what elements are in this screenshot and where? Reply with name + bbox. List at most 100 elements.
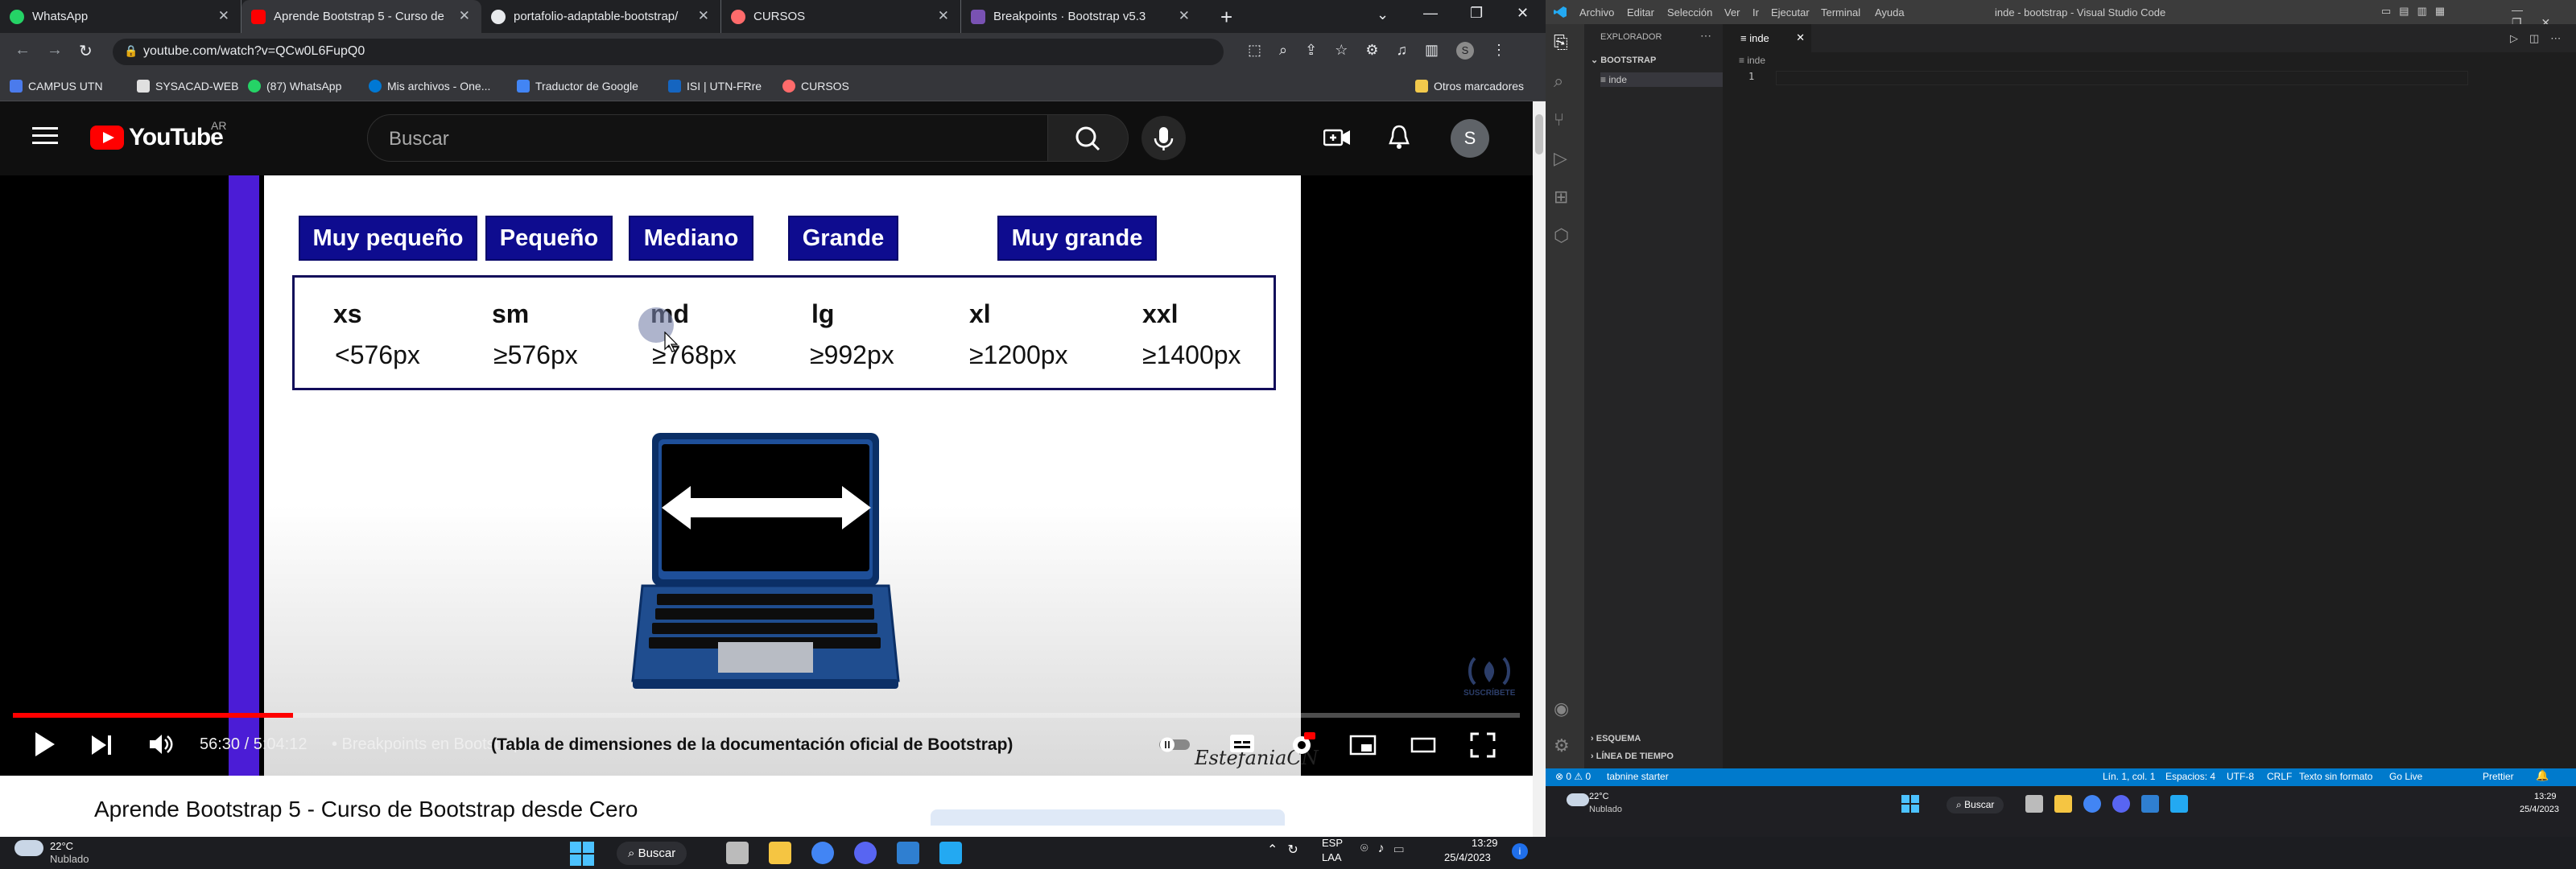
tray-icons[interactable]: ⌃↻ [1267,842,1308,858]
close-icon[interactable]: ✕ [1179,8,1190,24]
app-icon[interactable] [2141,795,2159,813]
forward-button[interactable]: → [47,41,63,60]
close-icon[interactable]: ✕ [218,8,229,24]
discord-icon[interactable] [854,842,877,864]
bookmark-item[interactable]: CAMPUS UTN [10,77,103,95]
bookmark-item[interactable]: Traductor de Google [517,77,638,95]
taskbar-search[interactable]: ⌕ Buscar [1946,797,2004,813]
menu-terminal[interactable]: Terminal [1821,6,1860,19]
close-icon[interactable]: ✕ [938,8,949,24]
indent-status[interactable]: Espacios: 4 [2165,771,2215,782]
share-icon[interactable]: ⇪ [1305,42,1317,60]
settings-gear-icon[interactable] [1288,731,1315,758]
page-scrollbar[interactable] [1533,101,1546,837]
sidepanel-icon[interactable]: ▥ [1425,42,1439,60]
cursor-position[interactable]: Lín. 1, col. 1 [2103,771,2155,782]
theater-mode-icon[interactable] [1410,737,1436,753]
other-bookmarks[interactable]: Otros marcadores [1415,77,1524,95]
volume-icon[interactable] [148,732,174,756]
menu-icon[interactable]: ⋮ [1492,42,1506,60]
install-icon[interactable]: ⬚ [1248,42,1261,60]
close-icon[interactable]: ✕ [1796,31,1805,44]
file-explorer-icon[interactable] [769,842,791,864]
menu-seleccion[interactable]: Selección [1667,6,1712,19]
taskbar-search[interactable]: ⌕ Buscar [617,842,687,865]
task-view-icon[interactable] [726,842,749,864]
bookmark-item[interactable]: Mis archivos - One... [369,77,490,95]
chrome-icon[interactable] [811,842,834,864]
next-icon[interactable] [90,734,113,756]
input-language[interactable]: ESP [1322,837,1343,849]
manage-gear-icon[interactable]: ⚙ [1554,735,1570,756]
menu-ir[interactable]: Ir [1752,6,1759,19]
profile-icon[interactable]: S [1456,42,1474,60]
hamburger-menu-icon[interactable] [32,126,58,146]
close-icon[interactable]: ✕ [698,8,709,24]
menu-ayuda[interactable]: Ayuda [1875,6,1905,19]
create-video-icon[interactable] [1323,127,1351,148]
tab-youtube[interactable]: Aprende Bootstrap 5 - Curso de ✕ [242,0,481,33]
windows-start-icon[interactable] [570,842,594,866]
folder-bootstrap[interactable]: ⌄ BOOTSTRAP [1591,55,1656,65]
bookmark-item[interactable]: SYSACAD-WEB [137,77,238,95]
editor-actions[interactable]: ▷◫⋯ [2510,32,2572,45]
media-icon[interactable]: ♫ [1396,42,1407,60]
prettier-status[interactable]: Prettier [2483,771,2514,782]
search-icon[interactable]: ⌕ [1554,71,1563,92]
reload-button[interactable]: ↻ [79,41,93,61]
tab-cursos[interactable]: CURSOS ✕ [721,0,961,33]
menu-ejecutar[interactable]: Ejecutar [1771,6,1810,19]
more-actions-icon[interactable]: ⋯ [1700,29,1711,43]
mic-icon[interactable] [1141,116,1186,160]
file-item[interactable]: ≡ inde [1600,72,1723,87]
status-icons[interactable]: ⌾♪▭ [1360,842,1414,856]
bell-icon[interactable] [1388,124,1410,150]
run-debug-icon[interactable]: ▷ [1554,148,1567,169]
source-control-icon[interactable]: ⑂ [1554,109,1564,130]
search-button[interactable] [1048,114,1129,162]
play-icon[interactable] [32,731,56,758]
tab-bootstrap[interactable]: Breakpoints · Bootstrap v5.3 ✕ [961,0,1201,33]
encoding-status[interactable]: UTF-8 [2227,771,2254,782]
layout-controls[interactable]: ▭▤▥▦ [2381,5,2453,18]
bookmark-item[interactable]: CURSOS [782,77,849,95]
minimize-button[interactable]: — [1423,5,1438,22]
eol-status[interactable]: CRLF [2267,771,2292,782]
extensions-icon[interactable]: ⊞ [1554,187,1568,208]
tabnine-status[interactable]: tabnine starter [1607,771,1669,782]
address-bar[interactable]: 🔒 youtube.com/watch?v=QCw0L6FupQ0 [113,39,1224,65]
golive-status[interactable]: Go Live [2389,771,2422,782]
close-icon[interactable]: ✕ [459,8,470,24]
app-icon[interactable] [897,842,919,864]
youtube-logo-icon[interactable] [90,126,124,150]
vscode-taskbar-icon[interactable] [939,842,962,864]
task-view-icon[interactable] [2025,795,2043,813]
zoom-icon[interactable]: ⌕ [1279,42,1287,60]
close-window-button[interactable]: ✕ [1517,5,1529,22]
search-input[interactable]: Buscar [367,114,1048,162]
language-status[interactable]: Texto sin formato [2299,771,2372,782]
editor-tab[interactable]: ≡ inde ✕ [1723,24,1811,52]
file-explorer-icon[interactable] [2054,795,2072,813]
autoplay-toggle[interactable] [1158,735,1193,753]
bookmark-item[interactable]: ISI | UTN-FRre [668,77,762,95]
tab-search-icon[interactable]: ⌄ [1377,6,1389,23]
notification-badge[interactable]: i [1512,843,1528,859]
notifications-bell-icon[interactable]: 🔔 [2536,769,2549,782]
bookmark-item[interactable]: (87) WhatsApp [248,77,341,95]
outline-section[interactable]: › ESQUEMA [1591,734,1641,743]
extensions-icon[interactable]: ⚙ [1365,42,1378,60]
account-icon[interactable]: ◉ [1554,698,1569,719]
tab-github[interactable]: portafolio-adaptable-bootstrap/ ✕ [481,0,721,33]
editor-area[interactable] [1723,24,2576,768]
subtitles-icon[interactable] [1228,732,1256,755]
back-button[interactable]: ← [14,41,31,60]
chrome-icon[interactable] [2083,795,2101,813]
fullscreen-icon[interactable] [1470,732,1496,758]
problems-status[interactable]: ⊗ 0 ⚠ 0 [1555,771,1591,782]
discord-icon[interactable] [2112,795,2130,813]
tab-whatsapp[interactable]: WhatsApp ✕ [0,0,242,33]
windows-start-icon[interactable] [1901,795,1919,813]
vscode-taskbar-icon[interactable] [2170,795,2188,813]
breadcrumb[interactable]: ≡ inde [1739,55,1765,66]
